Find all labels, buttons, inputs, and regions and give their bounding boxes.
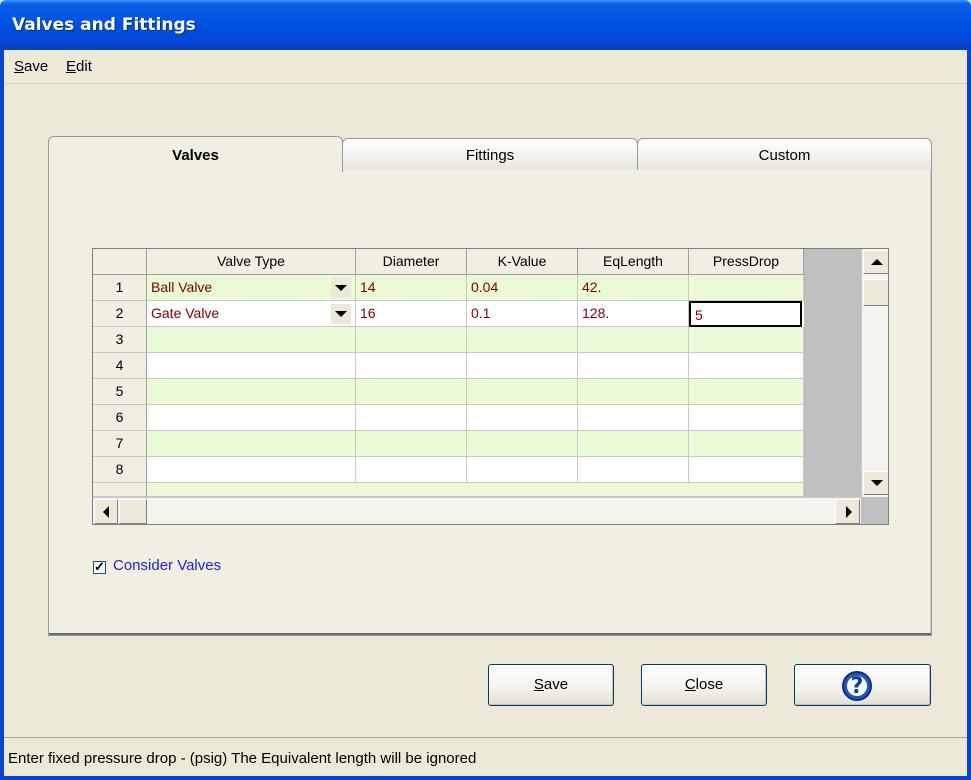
- cell-press-drop[interactable]: [689, 327, 804, 353]
- column-header-eq-length[interactable]: EqLength: [578, 249, 689, 275]
- cell-k-value[interactable]: [467, 379, 578, 405]
- cell-k-value[interactable]: [467, 457, 578, 483]
- cell-valve-type[interactable]: Ball Valve: [147, 275, 356, 301]
- vertical-scrollbar[interactable]: [861, 249, 888, 497]
- cell-valve-type[interactable]: [147, 431, 356, 457]
- cell-k-value[interactable]: [467, 405, 578, 431]
- row-header[interactable]: 1: [93, 275, 147, 301]
- scrollbar-corner: [861, 497, 888, 524]
- cell-eq-length[interactable]: [578, 327, 689, 353]
- cell-eq-length[interactable]: [578, 353, 689, 379]
- window-border-right: [967, 50, 971, 780]
- partial-row: [147, 483, 804, 497]
- status-bar: Enter fixed pressure drop - (psig) The E…: [4, 737, 967, 776]
- scroll-left-icon[interactable]: [94, 499, 118, 524]
- horizontal-scrollbar[interactable]: [93, 497, 861, 524]
- cell-eq-length[interactable]: [578, 457, 689, 483]
- cell-press-drop[interactable]: [689, 431, 804, 457]
- menu-bar: Save Edit: [4, 50, 967, 84]
- cell-eq-length[interactable]: 128.: [578, 301, 689, 327]
- grid-corner-header: [93, 249, 147, 275]
- scroll-up-icon[interactable]: [863, 250, 888, 274]
- dropdown-arrow-icon[interactable]: [331, 278, 351, 298]
- cell-press-drop-selected[interactable]: 5: [689, 301, 802, 327]
- column-header-diameter[interactable]: Diameter: [356, 249, 467, 275]
- menu-save[interactable]: Save: [14, 58, 48, 75]
- column-header-press-drop[interactable]: PressDrop: [689, 249, 804, 275]
- cell-diameter[interactable]: [356, 327, 467, 353]
- consider-valves-label[interactable]: Consider Valves: [113, 557, 221, 574]
- cell-k-value[interactable]: [467, 353, 578, 379]
- help-question-icon: ?: [842, 671, 872, 701]
- cell-eq-length[interactable]: [578, 405, 689, 431]
- window-border-bottom: [0, 776, 971, 780]
- dropdown-arrow-icon[interactable]: [331, 304, 351, 324]
- cell-diameter[interactable]: 16: [356, 301, 467, 327]
- row-header[interactable]: 8: [93, 457, 147, 483]
- consider-valves-checkbox[interactable]: [93, 559, 106, 575]
- cell-k-value[interactable]: 0.1: [467, 301, 578, 327]
- cell-valve-type[interactable]: [147, 379, 356, 405]
- cell-k-value[interactable]: [467, 327, 578, 353]
- window-border-left: [0, 50, 4, 780]
- cell-valve-type[interactable]: [147, 327, 356, 353]
- cell-eq-length[interactable]: [578, 431, 689, 457]
- cell-diameter[interactable]: [356, 405, 467, 431]
- cell-valve-type[interactable]: Gate Valve: [147, 301, 356, 327]
- cell-press-drop[interactable]: [689, 405, 804, 431]
- cell-diameter[interactable]: [356, 379, 467, 405]
- tab-valves[interactable]: Valves: [48, 136, 343, 172]
- vertical-scroll-thumb[interactable]: [863, 279, 888, 306]
- row-header[interactable]: 6: [93, 405, 147, 431]
- tab-custom[interactable]: Custom: [637, 138, 932, 172]
- row-header[interactable]: 7: [93, 431, 147, 457]
- cell-diameter[interactable]: 14: [356, 275, 467, 301]
- row-header[interactable]: 2: [93, 301, 147, 327]
- close-button[interactable]: Close: [641, 664, 767, 706]
- status-text: Enter fixed pressure drop - (psig) The E…: [8, 750, 477, 767]
- cell-k-value[interactable]: [467, 431, 578, 457]
- scroll-down-icon[interactable]: [863, 471, 888, 495]
- grid-empty-area: [804, 249, 861, 497]
- help-button[interactable]: ?: [794, 664, 931, 706]
- cell-valve-type[interactable]: [147, 405, 356, 431]
- row-header[interactable]: 3: [93, 327, 147, 353]
- row-header[interactable]: 5: [93, 379, 147, 405]
- cell-press-drop[interactable]: [689, 379, 804, 405]
- cell-press-drop[interactable]: [689, 457, 804, 483]
- window-title: Valves and Fittings: [12, 15, 196, 35]
- valves-grid: Valve Type Diameter K-Value EqLength Pre…: [92, 248, 889, 525]
- tab-fittings[interactable]: Fittings: [342, 138, 638, 172]
- column-header-valve-type[interactable]: Valve Type: [147, 249, 356, 275]
- cell-diameter[interactable]: [356, 353, 467, 379]
- horizontal-scroll-thumb[interactable]: [119, 499, 147, 524]
- cell-press-drop[interactable]: [689, 353, 804, 379]
- row-header[interactable]: 4: [93, 353, 147, 379]
- cell-diameter[interactable]: [356, 431, 467, 457]
- cell-valve-type[interactable]: [147, 457, 356, 483]
- row-header-partial[interactable]: [93, 483, 147, 497]
- cell-valve-type[interactable]: [147, 353, 356, 379]
- column-header-k-value[interactable]: K-Value: [467, 249, 578, 275]
- cell-k-value[interactable]: 0.04: [467, 275, 578, 301]
- menu-edit[interactable]: Edit: [66, 58, 92, 75]
- cell-eq-length[interactable]: 42.: [578, 275, 689, 301]
- title-bar[interactable]: Valves and Fittings: [0, 0, 971, 50]
- cell-press-drop[interactable]: [689, 275, 804, 301]
- cell-eq-length[interactable]: [578, 379, 689, 405]
- cell-diameter[interactable]: [356, 457, 467, 483]
- save-button[interactable]: Save: [488, 664, 614, 706]
- scroll-right-icon[interactable]: [835, 499, 860, 524]
